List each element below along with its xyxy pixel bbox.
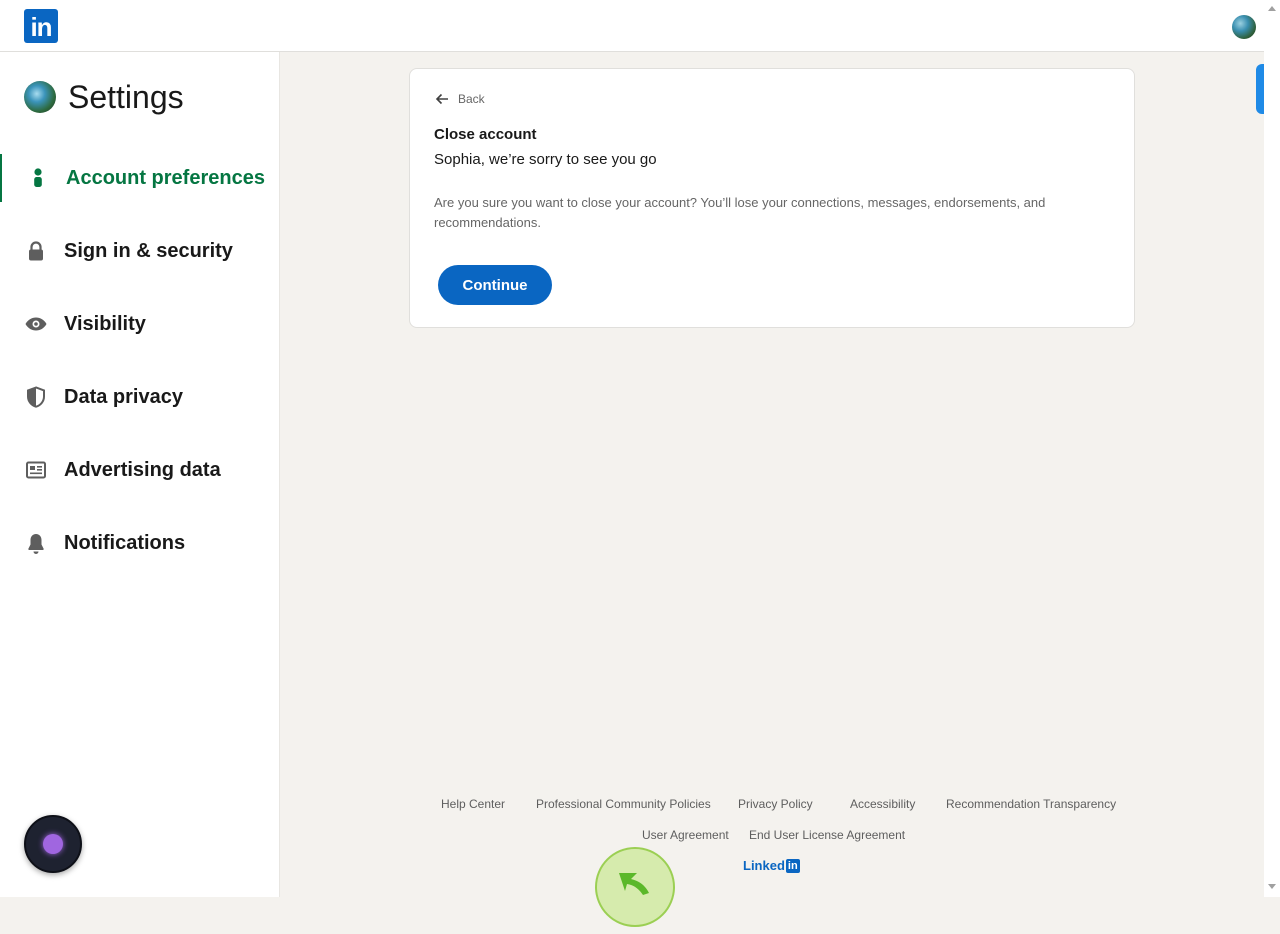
card-subtitle: Sophia, we’re sorry to see you go [434, 151, 657, 168]
newspaper-icon [24, 458, 48, 482]
shield-icon [24, 385, 48, 409]
back-label: Back [458, 92, 485, 106]
footer-brand-box: in [785, 858, 800, 873]
page-title: Settings [68, 78, 184, 115]
cursor-arrow-icon [619, 873, 649, 895]
scrollbar[interactable] [1264, 0, 1280, 897]
arrow-left-icon [435, 93, 448, 105]
side-panel-tab[interactable] [1256, 64, 1264, 114]
scroll-up-arrow-icon[interactable] [1268, 6, 1276, 11]
scroll-down-arrow-icon[interactable] [1268, 884, 1276, 889]
lock-icon [24, 239, 48, 263]
footer-link-privacy-policy[interactable]: Privacy Policy [738, 797, 813, 811]
top-navigation-bar: in [0, 0, 1264, 52]
sidebar-item-notifications[interactable]: Notifications [0, 519, 279, 567]
footer-link-accessibility[interactable]: Accessibility [850, 797, 915, 811]
assistant-dot-icon [43, 834, 63, 854]
person-icon [26, 166, 50, 190]
sidebar-item-label: Notifications [64, 531, 186, 554]
footer-linkedin-logo: Linked in [743, 858, 800, 873]
back-button[interactable]: Back [434, 91, 485, 107]
settings-header: Settings [24, 78, 184, 115]
sidebar-item-advertising-data[interactable]: Advertising data [0, 446, 279, 494]
sidebar-item-sign-in-security[interactable]: Sign in & security [0, 227, 279, 275]
sidebar-item-label: Sign in & security [64, 239, 233, 262]
sidebar-item-label: Advertising data [64, 458, 221, 481]
card-title: Close account [434, 126, 537, 143]
footer-link-recommendation-transparency[interactable]: Recommendation Transparency [946, 797, 1116, 811]
footer-brand-text: Linked [743, 858, 785, 873]
sidebar-item-label: Visibility [64, 312, 146, 335]
eye-icon [24, 312, 48, 336]
sidebar-item-account-preferences[interactable]: Account preferences [0, 154, 279, 202]
footer-link-eula[interactable]: End User License Agreement [749, 828, 905, 842]
bell-icon [24, 531, 48, 555]
linkedin-logo[interactable]: in [24, 9, 58, 43]
assistant-floating-button[interactable] [24, 815, 82, 873]
card-description: Are you sure you want to close your acco… [434, 195, 1046, 230]
profile-avatar[interactable] [1232, 15, 1256, 39]
footer-link-help-center[interactable]: Help Center [441, 797, 505, 811]
settings-avatar [24, 81, 56, 113]
cursor-highlight [595, 847, 675, 927]
continue-button[interactable]: Continue [438, 265, 552, 305]
settings-sidebar: Settings Account preferences Sign in & s… [0, 52, 280, 897]
sidebar-item-label: Data privacy [64, 385, 183, 408]
footer-link-community-policies[interactable]: Professional Community Policies [536, 797, 711, 811]
sidebar-item-visibility[interactable]: Visibility [0, 300, 279, 348]
footer-link-user-agreement[interactable]: User Agreement [642, 828, 729, 842]
sidebar-item-label: Account preferences [66, 166, 265, 189]
sidebar-item-data-privacy[interactable]: Data privacy [0, 373, 279, 421]
close-account-card: Back Close account Sophia, we’re sorry t… [409, 68, 1135, 328]
